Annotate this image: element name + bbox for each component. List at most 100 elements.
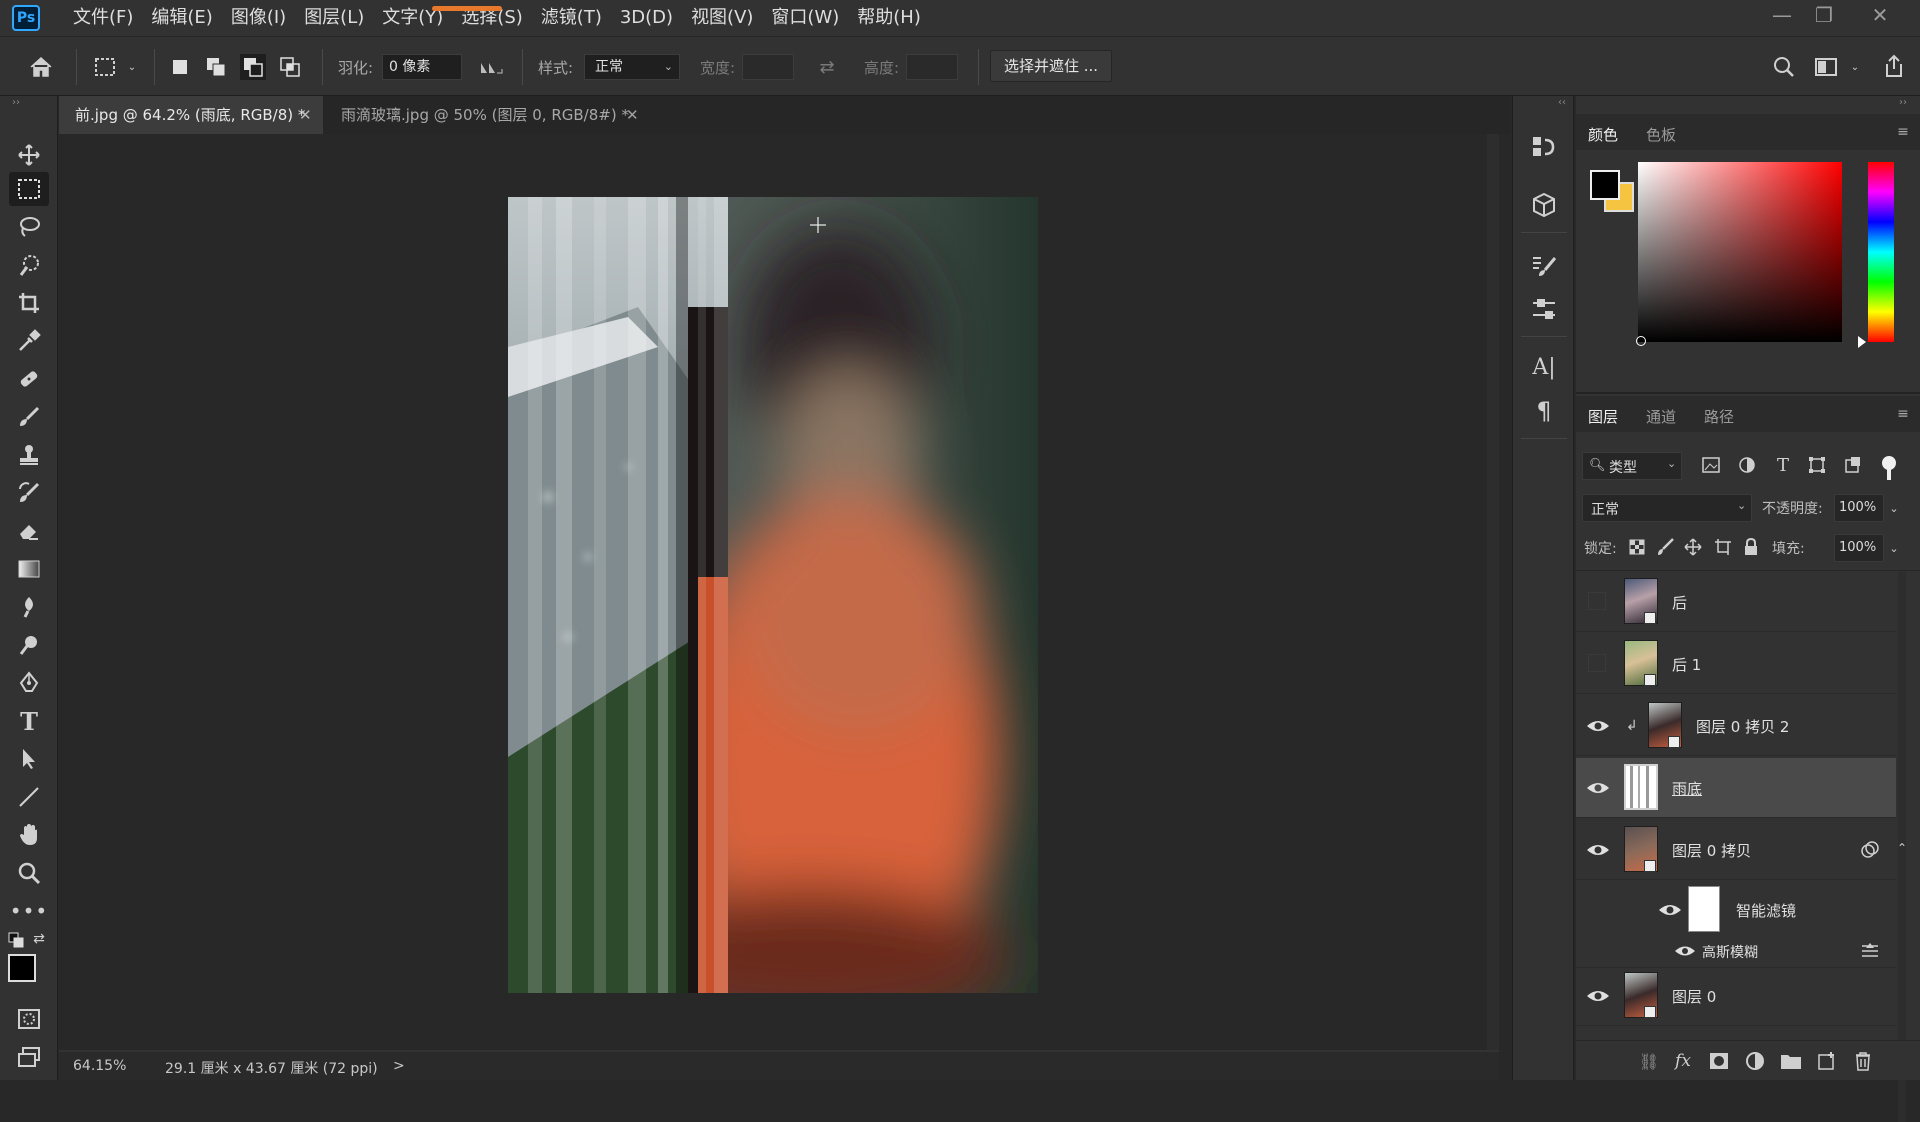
lock-all-icon[interactable] (1740, 536, 1762, 558)
adjustments-icon[interactable] (1529, 294, 1559, 324)
hand-tool-icon[interactable] (9, 818, 49, 852)
layer-row-layer0-copy[interactable]: 图层 0 拷贝 (1576, 820, 1896, 880)
eye-icon[interactable] (1658, 902, 1682, 918)
3d-panel-icon[interactable] (1529, 190, 1559, 220)
lock-position-icon[interactable] (1682, 536, 1704, 558)
lock-artboard-icon[interactable] (1712, 536, 1734, 558)
eye-icon[interactable] (1586, 718, 1610, 734)
layer-filter-select[interactable]: 🔍︎ 类型 ⌄ (1582, 452, 1682, 480)
new-layer-icon[interactable] (1814, 1049, 1840, 1073)
chevron-down-icon[interactable]: ⌄ (1886, 498, 1902, 518)
add-mask-icon[interactable] (1706, 1049, 1732, 1073)
search-icon[interactable] (1770, 53, 1798, 81)
menu-window[interactable]: 窗口(W) (762, 0, 848, 36)
brush-tool-icon[interactable] (9, 400, 49, 434)
lock-image-pixels-icon[interactable] (1654, 536, 1676, 558)
lock-transparent-pixels-icon[interactable] (1626, 536, 1648, 558)
color-field-picker[interactable] (1636, 336, 1646, 346)
layer-row-rain-base[interactable]: 雨底 (1576, 758, 1896, 818)
close-icon[interactable]: ✕ (626, 96, 639, 134)
more-tools-icon[interactable]: ••• (9, 894, 49, 928)
color-field[interactable] (1638, 162, 1842, 342)
add-to-selection-icon[interactable] (204, 55, 228, 79)
history-brush-tool-icon[interactable] (9, 476, 49, 510)
move-tool-icon[interactable] (9, 138, 49, 172)
hue-slider[interactable] (1868, 162, 1894, 342)
hue-slider-marker[interactable] (1858, 336, 1866, 348)
filter-shape-icon[interactable] (1806, 454, 1828, 476)
smart-filter-mask-thumbnail[interactable] (1688, 886, 1720, 932)
path-selection-tool-icon[interactable] (9, 742, 49, 776)
brush-settings-icon[interactable] (1529, 252, 1559, 282)
panel-menu-icon[interactable]: ≡ (1894, 406, 1912, 422)
filter-smart-object-icon[interactable] (1842, 454, 1864, 476)
menu-help[interactable]: 帮助(H) (848, 0, 930, 36)
panel-menu-icon[interactable]: ≡ (1894, 124, 1912, 140)
tab-channels[interactable]: 通道 (1646, 406, 1676, 427)
close-icon[interactable]: ✕ (299, 96, 312, 134)
eyedropper-tool-icon[interactable] (9, 324, 49, 358)
minimize-button[interactable]: — (1762, 0, 1802, 30)
select-and-mask-button[interactable]: 选择并遮住 ... (990, 50, 1112, 82)
swap-colors-icon[interactable]: ⇄ (30, 930, 48, 948)
collapse-arrows-icon[interactable]: ›› (1894, 96, 1912, 108)
fill-input[interactable]: 100% (1834, 534, 1884, 562)
pen-tool-icon[interactable] (9, 666, 49, 700)
character-panel-icon[interactable]: A| (1529, 352, 1559, 382)
blend-mode-select[interactable]: 正常 ⌄ (1582, 494, 1752, 522)
collapse-arrows-icon[interactable]: ‹‹ (1553, 96, 1571, 108)
layer-row-back[interactable]: 后 (1576, 572, 1896, 632)
vertical-scrollbar[interactable] (1487, 134, 1499, 1050)
visibility-toggle-off[interactable] (1588, 592, 1606, 610)
marquee-preset-icon[interactable] (90, 53, 120, 81)
new-adjustment-layer-icon[interactable] (1742, 1049, 1768, 1073)
smart-filter-indicator-icon[interactable] (1860, 840, 1880, 860)
menu-view[interactable]: 视图(V) (682, 0, 762, 36)
layer-row-layer0-copy2[interactable]: ↲ 图层 0 拷贝 2 (1576, 696, 1896, 756)
eye-icon[interactable] (1674, 944, 1698, 960)
status-menu-arrow[interactable]: > (393, 1058, 405, 1074)
eye-icon[interactable] (1586, 842, 1610, 858)
menu-filter[interactable]: 滤镜(T) (532, 0, 611, 36)
default-colors-icon[interactable] (8, 932, 24, 948)
quick-selection-tool-icon[interactable] (9, 248, 49, 282)
type-tool-icon[interactable]: T (9, 704, 49, 738)
layer-row-back-1[interactable]: 后 1 (1576, 634, 1896, 694)
blur-tool-icon[interactable] (9, 590, 49, 624)
delete-layer-icon[interactable] (1850, 1049, 1876, 1073)
menu-edit[interactable]: 编辑(E) (142, 0, 221, 36)
filter-type-icon[interactable]: T (1772, 454, 1794, 476)
quick-mask-icon[interactable] (9, 1002, 49, 1036)
new-selection-icon[interactable] (168, 55, 192, 79)
menu-layer[interactable]: 图层(L) (295, 0, 373, 36)
paragraph-panel-icon[interactable]: ¶ (1529, 396, 1559, 426)
clone-stamp-tool-icon[interactable] (9, 438, 49, 472)
menu-image[interactable]: 图像(I) (222, 0, 295, 36)
eraser-tool-icon[interactable] (9, 514, 49, 548)
lasso-tool-icon[interactable] (9, 210, 49, 244)
menu-3d[interactable]: 3D(D) (611, 0, 682, 36)
tab-document-front[interactable]: 前.jpg @ 64.2% (雨底, RGB/8) * (59, 96, 323, 134)
gradient-tool-icon[interactable] (9, 552, 49, 586)
crop-tool-icon[interactable] (9, 286, 49, 320)
subtract-selection-icon[interactable] (240, 54, 266, 80)
layer-row-layer0[interactable]: 图层 0 (1576, 966, 1896, 1026)
visibility-toggle-off[interactable] (1588, 654, 1606, 672)
foreground-color-swatch[interactable] (8, 954, 36, 982)
zoom-tool-icon[interactable] (9, 856, 49, 890)
healing-brush-tool-icon[interactable] (9, 362, 49, 396)
rectangular-marquee-tool-icon[interactable] (9, 172, 49, 206)
chevron-down-icon[interactable]: ⌄ (1886, 538, 1902, 558)
tab-color[interactable]: 颜色 (1588, 124, 1618, 145)
intersect-selection-icon[interactable] (278, 55, 302, 79)
image-canvas[interactable] (508, 197, 1038, 993)
screen-mode-icon[interactable] (9, 1040, 49, 1074)
anti-alias-icon[interactable] (478, 55, 504, 79)
eye-icon[interactable] (1586, 988, 1610, 1004)
tab-document-rain-glass[interactable]: 雨滴玻璃.jpg @ 50% (图层 0, RGB/8#) * (325, 96, 715, 134)
chevron-up-icon[interactable]: ⌃ (1894, 840, 1910, 856)
chevron-down-icon[interactable]: ⌄ (1848, 57, 1862, 77)
history-panel-icon[interactable] (1529, 132, 1559, 162)
menu-file[interactable]: 文件(F) (64, 0, 142, 36)
filter-pixel-icon[interactable] (1700, 454, 1722, 476)
